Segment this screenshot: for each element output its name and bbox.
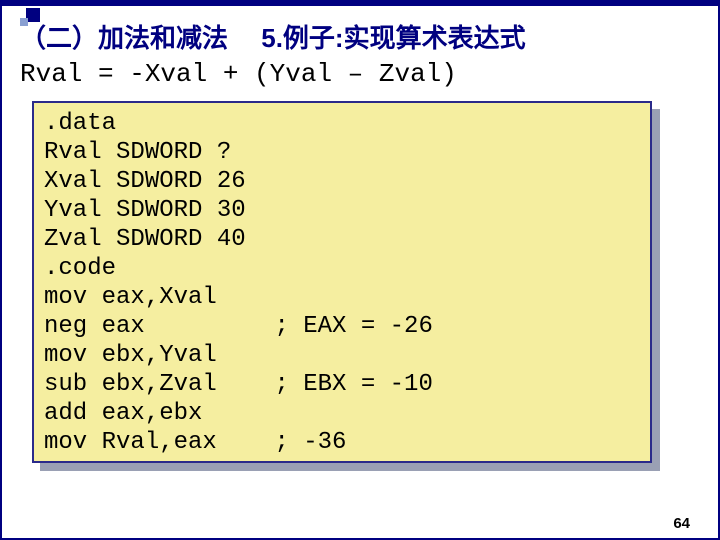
slide-heading: （二）加法和减法 5.例子:实现算术表达式	[20, 18, 700, 55]
code-line: mov eax,Xval	[44, 283, 640, 312]
heading-section: （二）加法和减法	[20, 23, 228, 53]
code-line: Rval SDWORD ?	[44, 138, 640, 167]
corner-decoration	[20, 8, 48, 22]
slide: （二）加法和减法 5.例子:实现算术表达式 Rval = -Xval + (Yv…	[0, 0, 720, 540]
code-line: .data	[44, 109, 640, 138]
code-box-panel: .data Rval SDWORD ? Xval SDWORD 26 Yval …	[32, 101, 652, 463]
page-number: 64	[673, 515, 690, 532]
code-line: mov Rval,eax ; -36	[44, 428, 640, 457]
code-line: mov ebx,Yval	[44, 341, 640, 370]
code-box: .data Rval SDWORD ? Xval SDWORD 26 Yval …	[32, 101, 652, 463]
code-line: add eax,ebx	[44, 399, 640, 428]
code-line: sub ebx,Zval ; EBX = -10	[44, 370, 640, 399]
code-line: Zval SDWORD 40	[44, 225, 640, 254]
heading-example: 5.例子:实现算术表达式	[261, 23, 525, 53]
expression-text: Rval = -Xval + (Yval – Zval)	[20, 59, 700, 89]
code-line: Yval SDWORD 30	[44, 196, 640, 225]
code-line: .code	[44, 254, 640, 283]
code-line: neg eax ; EAX = -26	[44, 312, 640, 341]
code-line: Xval SDWORD 26	[44, 167, 640, 196]
